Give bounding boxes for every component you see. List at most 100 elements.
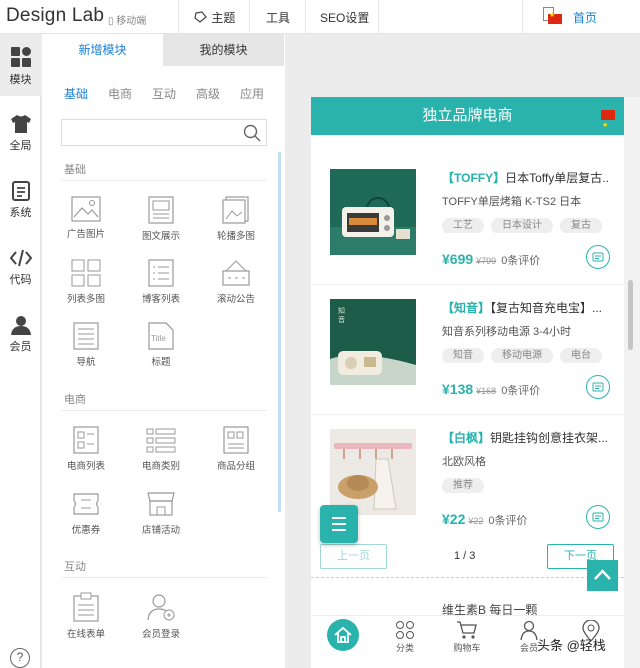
module-ecom-category[interactable]: 电商类别 [131, 426, 191, 472]
module-navigation[interactable]: 导航 [56, 322, 116, 368]
panel-scrollbar[interactable] [278, 152, 281, 512]
product-title: 【TOFFY】日本Toffy单层复古... [442, 171, 608, 185]
module-carousel[interactable]: 轮播多图 [206, 196, 266, 242]
product-image-powerbank: 知音 [330, 299, 416, 385]
watermark: 头条 @轻栈 [537, 638, 606, 653]
add-to-cart-icon[interactable] [586, 505, 610, 529]
nav-icon [73, 322, 99, 350]
module-blog-list[interactable]: 博客列表 [131, 259, 191, 305]
module-ad-image[interactable]: 广告图片 [56, 196, 116, 240]
divider [249, 0, 250, 34]
theme-icon [194, 11, 207, 23]
module-title[interactable]: Title 标题 [131, 322, 191, 368]
bottom-nav-category[interactable]: 分类 [383, 620, 427, 654]
prev-page-button[interactable]: 上一页 [320, 544, 387, 569]
section-title-basic: 基础 [64, 164, 86, 176]
product-tag: 推荐 [442, 478, 484, 493]
preview-scrollbar[interactable] [624, 97, 640, 668]
nav-tools[interactable]: 工具 [266, 9, 290, 26]
preview-header: 独立品牌电商 [311, 97, 624, 145]
category-grid-icon [396, 621, 414, 639]
product-price: ¥22 ¥22 0条评价 [442, 511, 528, 527]
leftnav-module[interactable]: 模块 [0, 34, 41, 96]
module-list-images[interactable]: 列表多图 [56, 259, 116, 305]
shirt-icon [10, 115, 31, 133]
scrollbar-thumb[interactable] [628, 280, 633, 350]
cart-icon [457, 621, 477, 639]
help-icon[interactable]: ? [10, 648, 30, 668]
module-image-text[interactable]: 图文展示 [131, 196, 191, 242]
product-price: ¥699 ¥799 0条评价 [442, 251, 541, 267]
svg-text:知: 知 [338, 306, 345, 315]
grid-images-icon [71, 259, 101, 287]
module-member-login[interactable]: 会员登录 [131, 592, 191, 640]
carousel-icon [222, 196, 249, 224]
store-icon [147, 492, 175, 516]
bottom-nav-home[interactable] [321, 618, 365, 653]
tab-add-module[interactable]: 新增模块 [42, 34, 163, 66]
document-icon [11, 181, 30, 201]
category-ecommerce[interactable]: 电商 [108, 85, 132, 102]
back-to-top-button[interactable] [587, 560, 618, 591]
product-title: 【知音】【复古知音充电宝】... [442, 301, 603, 315]
category-advanced[interactable]: 高级 [196, 85, 220, 102]
divider [305, 0, 306, 34]
form-icon [73, 592, 99, 622]
leftnav-member[interactable]: 会员 [0, 315, 41, 354]
china-flag-icon[interactable] [601, 107, 615, 145]
user-icon [520, 620, 538, 640]
product-card[interactable]: 知音 【知音】【复古知音充电宝】... 知音系列移动电源 3-4小时 知音 移动电… [311, 285, 624, 415]
member-login-icon [147, 594, 175, 621]
divider [62, 180, 267, 181]
code-icon [9, 249, 32, 267]
section-title-ecommerce: 电商 [64, 394, 86, 406]
menu-fab-button[interactable] [320, 505, 358, 543]
leftnav-system[interactable]: 系统 [0, 181, 41, 220]
module-coupon[interactable]: 优惠券 [56, 490, 116, 536]
app-logo[interactable]: Design Lab [6, 5, 104, 27]
search-icon[interactable] [243, 124, 261, 142]
title-icon: Title [148, 322, 174, 350]
category-basic[interactable]: 基础 [64, 85, 88, 102]
bottom-nav-cart[interactable]: 购物车 [445, 620, 489, 654]
home-link[interactable]: 首页 [573, 9, 597, 26]
group-icon [223, 426, 249, 454]
svg-text:音: 音 [338, 315, 345, 324]
module-online-form[interactable]: 在线表单 [56, 592, 116, 640]
category-interactive[interactable]: 互动 [152, 85, 176, 102]
divider [522, 0, 523, 34]
phone-icon: ▯ [108, 16, 114, 27]
home-icon [327, 619, 359, 651]
menu-icon [332, 517, 346, 531]
coupon-icon [73, 493, 99, 515]
left-nav: 模块 全局 系统 代码 会员 ? [0, 34, 41, 668]
section-title-interactive: 互动 [64, 561, 86, 573]
image-text-icon [148, 196, 174, 224]
add-to-cart-icon[interactable] [586, 375, 610, 399]
product-tag: 日本设计 [491, 218, 553, 233]
module-product-group[interactable]: 商品分组 [206, 426, 266, 472]
china-flag-icon [548, 11, 562, 24]
nav-theme[interactable]: 主题 [194, 9, 235, 26]
module-search-input[interactable] [61, 119, 267, 146]
module-store-event[interactable]: 店铺活动 [131, 490, 191, 536]
tab-my-modules[interactable]: 我的模块 [163, 34, 284, 66]
product-subtitle: TOFFY单层烤箱 K-TS2 日本 [442, 196, 582, 208]
product-tags: 推荐 [442, 475, 614, 493]
divider [62, 577, 267, 578]
leftnav-global[interactable]: 全局 [0, 114, 41, 153]
module-panel: 新增模块 我的模块 基础 电商 互动 高级 应用 基础 广告图片 图文展示 轮播… [42, 34, 285, 668]
module-scroll-notice[interactable]: 滚动公告 [206, 259, 266, 305]
product-price: ¥138 ¥168 0条评价 [442, 381, 541, 397]
list-icon [148, 259, 174, 287]
module-ecom-list[interactable]: 电商列表 [56, 426, 116, 472]
page-indicator: 1 / 3 [454, 550, 476, 562]
add-to-cart-icon[interactable] [586, 245, 610, 269]
divider [178, 0, 179, 34]
leftnav-code[interactable]: 代码 [0, 248, 41, 287]
product-subtitle: 北欧风格 [442, 456, 486, 468]
nav-seo[interactable]: SEO设置 [320, 9, 369, 26]
divider [378, 0, 379, 34]
category-apps[interactable]: 应用 [240, 85, 264, 102]
product-card[interactable]: 【TOFFY】日本Toffy单层复古... TOFFY单层烤箱 K-TS2 日本… [311, 155, 624, 285]
